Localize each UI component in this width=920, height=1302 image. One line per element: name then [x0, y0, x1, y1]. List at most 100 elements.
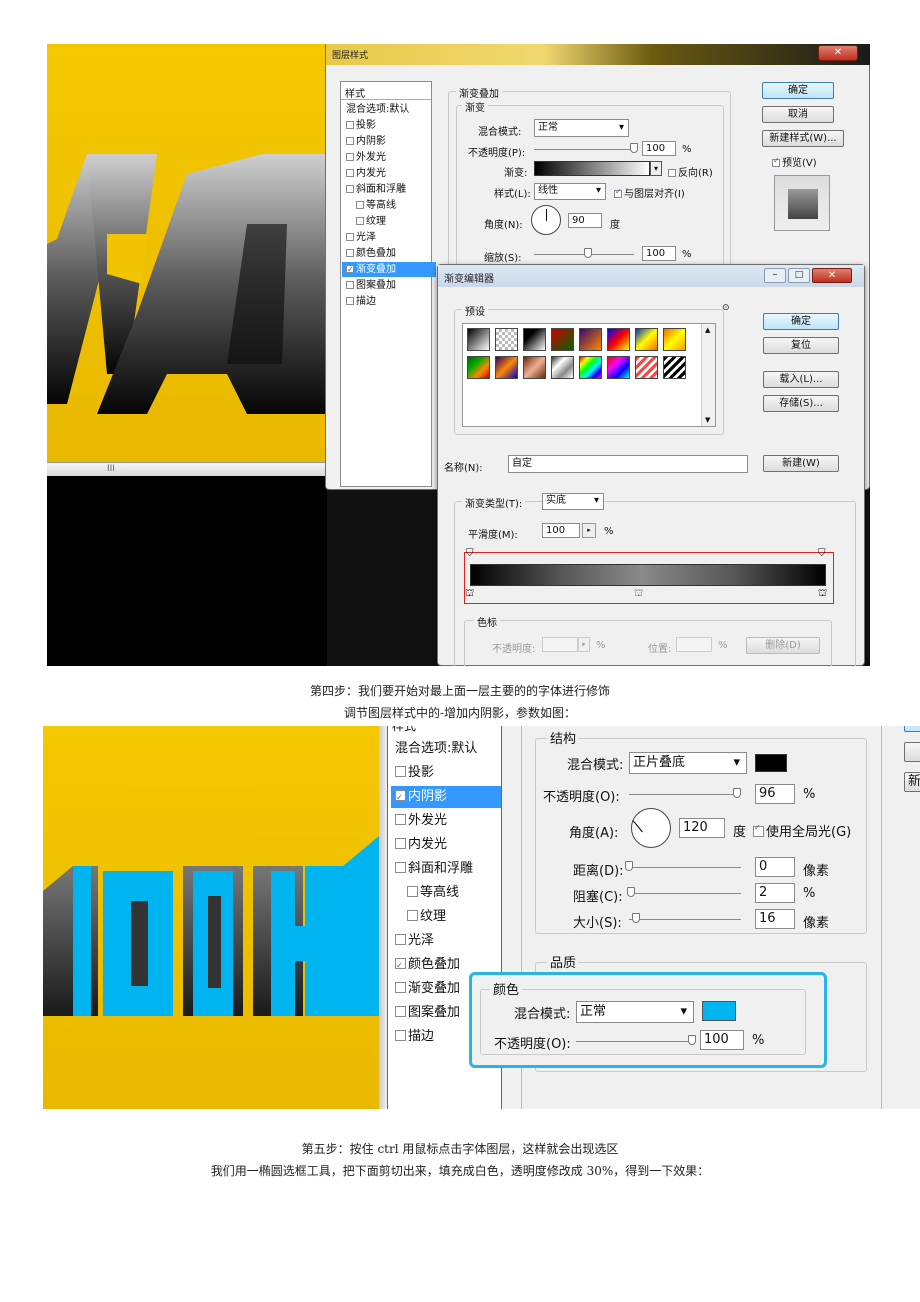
- style-list-item-2[interactable]: 混合选项:默认: [391, 738, 501, 760]
- checkbox-icon[interactable]: [407, 910, 418, 921]
- checkbox-icon[interactable]: [346, 169, 354, 177]
- close-icon[interactable]: ✕: [818, 45, 858, 61]
- style-list-item[interactable]: 渐变叠加: [342, 262, 436, 277]
- choke-input[interactable]: 2: [755, 883, 795, 903]
- new-gradient-button[interactable]: 新建(W): [763, 455, 839, 472]
- checkbox-icon[interactable]: [346, 297, 354, 305]
- color-opacity-slider-track[interactable]: [576, 1041, 692, 1042]
- style-list-item-2[interactable]: 纹理: [391, 906, 501, 928]
- blend-mode-select-2[interactable]: 正片叠底 ▾: [629, 752, 747, 774]
- size-input[interactable]: 16: [755, 909, 795, 929]
- gradient-dropdown-icon[interactable]: ▾: [650, 161, 662, 176]
- preset-swatch[interactable]: [523, 356, 546, 379]
- checkbox-icon[interactable]: [346, 249, 354, 257]
- cancel-button-partial[interactable]: [904, 742, 920, 762]
- smoothness-input[interactable]: 100: [542, 523, 580, 538]
- scroll-up-icon[interactable]: ▲: [705, 326, 710, 334]
- opacity-input[interactable]: 100: [642, 141, 676, 156]
- preset-swatch[interactable]: [663, 356, 686, 379]
- style-list-item[interactable]: 图案叠加: [342, 278, 436, 293]
- style-list-item-2[interactable]: 等高线: [391, 882, 501, 904]
- preset-swatch[interactable]: [495, 328, 518, 351]
- preset-swatch[interactable]: [551, 356, 574, 379]
- preset-swatch[interactable]: [607, 328, 630, 351]
- global-light-checkbox[interactable]: 使用全局光(G): [753, 821, 851, 840]
- gradient-bar[interactable]: [470, 564, 826, 586]
- checkbox-icon[interactable]: [395, 982, 406, 993]
- preset-swatch[interactable]: [467, 328, 490, 351]
- close-icon[interactable]: ✕: [812, 268, 852, 283]
- checkbox-icon[interactable]: [356, 217, 364, 225]
- reset-button[interactable]: 复位: [763, 337, 839, 354]
- angle-input-2[interactable]: 120: [679, 818, 725, 838]
- stop-opacity-input[interactable]: [542, 637, 578, 652]
- distance-slider-thumb[interactable]: [625, 861, 633, 871]
- stop-position-input[interactable]: [676, 637, 712, 652]
- opacity-input-2[interactable]: 96: [755, 784, 795, 804]
- opacity-slider-thumb-2[interactable]: [732, 788, 741, 798]
- distance-input[interactable]: 0: [755, 857, 795, 877]
- choke-slider-track[interactable]: [629, 893, 741, 894]
- opacity-stop-left-icon[interactable]: ⛉: [466, 548, 474, 559]
- angle-input[interactable]: 90: [568, 213, 602, 228]
- stepper-arrow-icon[interactable]: ▸: [582, 523, 596, 538]
- style-list-item-2[interactable]: 内阴影: [391, 786, 501, 809]
- preset-swatch[interactable]: [523, 328, 546, 351]
- size-slider-track[interactable]: [629, 919, 741, 920]
- style-list-item[interactable]: 混合选项:默认: [342, 102, 436, 117]
- style-list-item[interactable]: 颜色叠加: [342, 246, 436, 261]
- ok-button-partial[interactable]: [904, 726, 920, 732]
- style-list-item[interactable]: 内阴影: [342, 134, 436, 149]
- style-list-item[interactable]: 投影: [342, 118, 436, 133]
- delete-stop-button[interactable]: 删除(D): [746, 637, 820, 654]
- checkbox-checked-icon[interactable]: [395, 955, 406, 977]
- maximize-icon[interactable]: □: [788, 268, 810, 283]
- checkbox-icon[interactable]: [395, 1030, 406, 1041]
- checkbox-icon[interactable]: [346, 281, 354, 289]
- checkbox-icon[interactable]: [395, 838, 406, 849]
- distance-slider-track[interactable]: [629, 867, 741, 868]
- stepper-arrow-icon[interactable]: ▸: [578, 637, 590, 652]
- preset-swatch[interactable]: [579, 328, 602, 351]
- checkbox-icon[interactable]: [395, 862, 406, 873]
- style-list-item[interactable]: 描边: [342, 294, 436, 309]
- color-stop-mid-icon[interactable]: ⛫: [634, 588, 643, 601]
- style-list-item[interactable]: 内发光: [342, 166, 436, 181]
- checkbox-icon[interactable]: [346, 121, 354, 129]
- angle-dial-icon[interactable]: [531, 205, 561, 235]
- style-list-item[interactable]: 外发光: [342, 150, 436, 165]
- scroll-down-icon[interactable]: ▼: [705, 416, 710, 424]
- opacity-slider-track-2[interactable]: [629, 794, 741, 795]
- scale-input[interactable]: 100: [642, 246, 676, 261]
- color-stop-right-icon[interactable]: ⛫: [818, 588, 827, 601]
- checkbox-icon[interactable]: [395, 1006, 406, 1017]
- preset-swatch[interactable]: [663, 328, 686, 351]
- opacity-stop-right-icon[interactable]: ⛉: [818, 548, 826, 559]
- checkbox-checked-icon[interactable]: [395, 787, 406, 809]
- style-list-item-2[interactable]: 内发光: [391, 834, 501, 856]
- size-slider-thumb[interactable]: [632, 913, 641, 923]
- checkbox-icon[interactable]: [395, 934, 406, 945]
- scale-slider-thumb[interactable]: [584, 248, 592, 258]
- preset-swatch[interactable]: [635, 328, 658, 351]
- new-style-button-partial[interactable]: 新: [904, 772, 920, 792]
- choke-slider-thumb[interactable]: [627, 887, 636, 897]
- style-list-item[interactable]: 纹理: [342, 214, 436, 229]
- preset-swatch[interactable]: [579, 356, 602, 379]
- editor-ok-button[interactable]: 确定: [763, 313, 839, 330]
- style-list-item[interactable]: 斜面和浮雕: [342, 182, 436, 197]
- preset-swatch[interactable]: [635, 356, 658, 379]
- load-button[interactable]: 载入(L)...: [763, 371, 839, 388]
- color-opacity-input[interactable]: 100: [700, 1030, 744, 1050]
- ok-button[interactable]: 确定: [762, 82, 834, 99]
- style-list-item-2[interactable]: 外发光: [391, 810, 501, 832]
- preset-swatch[interactable]: [551, 328, 574, 351]
- checkbox-icon[interactable]: [346, 153, 354, 161]
- presets-menu-icon[interactable]: ⊙: [722, 303, 730, 313]
- color-opacity-slider-thumb[interactable]: [688, 1035, 696, 1045]
- checkbox-icon[interactable]: [356, 201, 364, 209]
- color-swatch[interactable]: [702, 1001, 736, 1021]
- gradient-type-select[interactable]: 实底 ▾: [542, 493, 604, 510]
- checkbox-icon[interactable]: [346, 233, 354, 241]
- checkbox-icon[interactable]: [346, 185, 354, 193]
